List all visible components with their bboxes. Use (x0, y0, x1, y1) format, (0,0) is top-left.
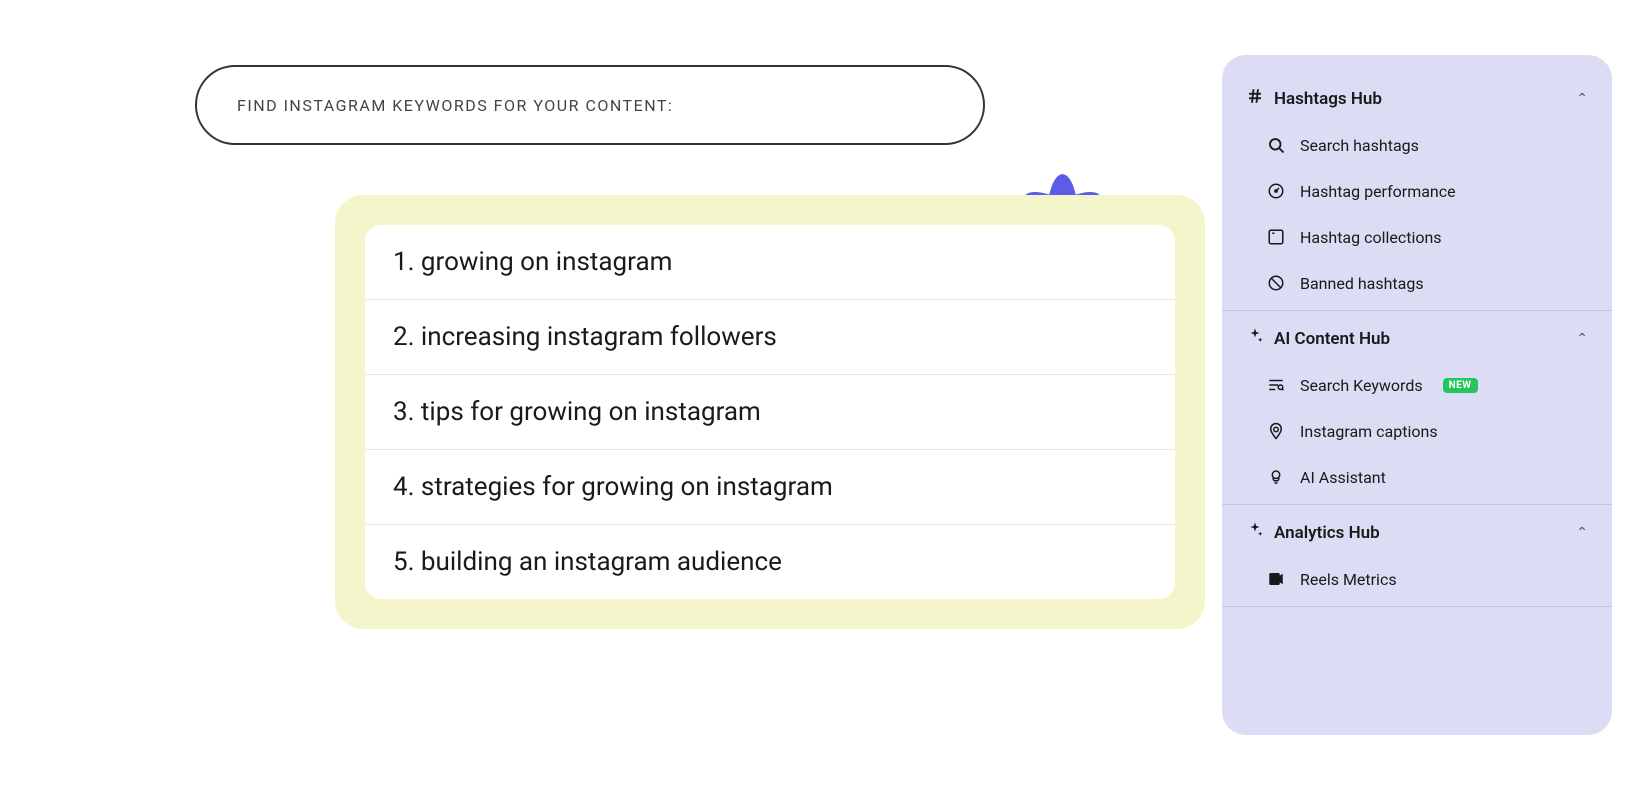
sidebar-section-hashtags-hub[interactable]: Hashtags Hub ⌃ (1222, 75, 1612, 122)
sidebar-item-instagram-captions[interactable]: Instagram captions (1222, 408, 1612, 454)
result-item[interactable]: 5. building an instagram audience (365, 525, 1175, 599)
sidebar-item-reels-metrics[interactable]: Reels Metrics (1222, 556, 1612, 602)
sidebar-section-title: Analytics Hub (1274, 523, 1380, 543)
sidebar-section-header-left: Analytics Hub (1246, 521, 1380, 544)
sidebar-item-label: Banned hashtags (1300, 274, 1424, 293)
badge-new: NEW (1443, 378, 1478, 393)
results-card: 1. growing on instagram2. increasing ins… (335, 195, 1205, 629)
sidebar-section-title: AI Content Hub (1274, 329, 1390, 349)
chevron-up-icon: ⌃ (1576, 525, 1588, 541)
sidebar-divider (1222, 504, 1612, 505)
keyword-icon (1266, 375, 1286, 395)
sidebar-item-label: Search Keywords (1300, 376, 1423, 395)
search-bar-label: FIND INSTAGRAM KEYWORDS FOR YOUR CONTENT… (237, 96, 673, 115)
sidebar-item-hashtag-performance[interactable]: Hashtag performance (1222, 168, 1612, 214)
sparkle2-icon (1246, 521, 1264, 544)
sidebar-item-label: Search hashtags (1300, 136, 1419, 155)
hashtag-icon (1246, 87, 1264, 110)
sidebar-item-label: Reels Metrics (1300, 570, 1397, 589)
result-item[interactable]: 4. strategies for growing on instagram (365, 450, 1175, 525)
result-item[interactable]: 3. tips for growing on instagram (365, 375, 1175, 450)
sidebar-item-search-keywords[interactable]: Search Keywords NEW (1222, 362, 1612, 408)
gauge-icon (1266, 181, 1286, 201)
results-list: 1. growing on instagram2. increasing ins… (365, 225, 1175, 599)
sidebar-divider (1222, 606, 1612, 607)
sidebar-item-hashtag-collections[interactable]: Hashtag collections (1222, 214, 1612, 260)
bookmark-icon (1266, 227, 1286, 247)
sidebar-section-title: Hashtags Hub (1274, 89, 1382, 109)
sidebar: Hashtags Hub ⌃ Search hashtags Hashtag p… (1222, 55, 1612, 735)
sidebar-item-label: Hashtag performance (1300, 182, 1456, 201)
bulb-icon (1266, 467, 1286, 487)
sidebar-item-ai-assistant[interactable]: AI Assistant (1222, 454, 1612, 500)
sidebar-item-label: AI Assistant (1300, 468, 1386, 487)
search-bar[interactable]: FIND INSTAGRAM KEYWORDS FOR YOUR CONTENT… (195, 65, 985, 145)
search-icon (1266, 135, 1286, 155)
sidebar-section-ai-content-hub[interactable]: AI Content Hub ⌃ (1222, 315, 1612, 362)
sidebar-item-label: Instagram captions (1300, 422, 1438, 441)
sidebar-divider (1222, 310, 1612, 311)
sidebar-item-banned-hashtags[interactable]: Banned hashtags (1222, 260, 1612, 306)
search-bar-container: FIND INSTAGRAM KEYWORDS FOR YOUR CONTENT… (195, 65, 985, 145)
chevron-up-icon: ⌃ (1576, 91, 1588, 107)
sidebar-section-header-left: AI Content Hub (1246, 327, 1390, 350)
result-item[interactable]: 1. growing on instagram (365, 225, 1175, 300)
location-icon (1266, 421, 1286, 441)
chevron-up-icon: ⌃ (1576, 331, 1588, 347)
video-icon (1266, 569, 1286, 589)
sparkle-icon (1246, 327, 1264, 350)
ban-icon (1266, 273, 1286, 293)
sidebar-item-label: Hashtag collections (1300, 228, 1442, 247)
sidebar-section-header-left: Hashtags Hub (1246, 87, 1382, 110)
result-item[interactable]: 2. increasing instagram followers (365, 300, 1175, 375)
sidebar-section-analytics-hub[interactable]: Analytics Hub ⌃ (1222, 509, 1612, 556)
sidebar-item-search-hashtags[interactable]: Search hashtags (1222, 122, 1612, 168)
